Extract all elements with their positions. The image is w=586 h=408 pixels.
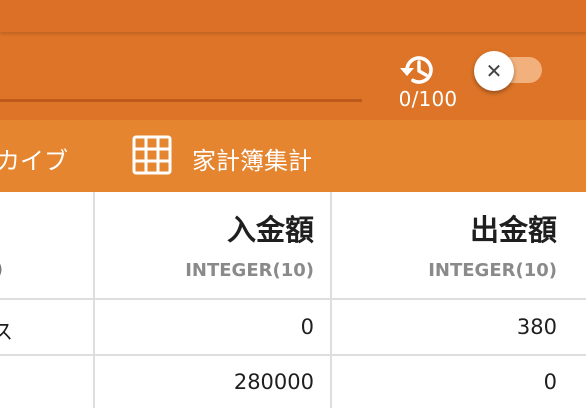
row-divider — [0, 298, 586, 300]
column-divider — [93, 192, 95, 408]
column-header-deposit[interactable]: 入金額 — [227, 207, 314, 249]
tab-archive[interactable]: カイブ — [0, 141, 68, 176]
status-strip — [0, 0, 586, 32]
table-cell[interactable]: 0 — [301, 315, 314, 339]
column-type-deposit: INTEGER(10) — [185, 260, 314, 281]
history-count: 0/100 — [398, 87, 458, 111]
table-cell[interactable]: 380 — [517, 315, 557, 339]
grid-icon — [132, 135, 172, 175]
column-type-withdrawal: INTEGER(10) — [428, 260, 557, 281]
history-button[interactable] — [394, 52, 444, 88]
close-icon[interactable]: ✕ — [474, 51, 514, 91]
left-column-type-fragment: ) — [0, 259, 3, 280]
tab-summary-label: 家計簿集計 — [192, 147, 312, 175]
search-input-underline[interactable] — [0, 99, 362, 102]
left-column-cell-fragment: ス — [0, 320, 13, 344]
column-divider — [330, 192, 332, 408]
column-header-withdrawal[interactable]: 出金額 — [470, 207, 557, 249]
table-cell[interactable]: 0 — [544, 370, 557, 394]
history-icon — [400, 56, 433, 84]
row-divider — [0, 354, 586, 356]
table-cell[interactable]: 280000 — [234, 370, 314, 394]
